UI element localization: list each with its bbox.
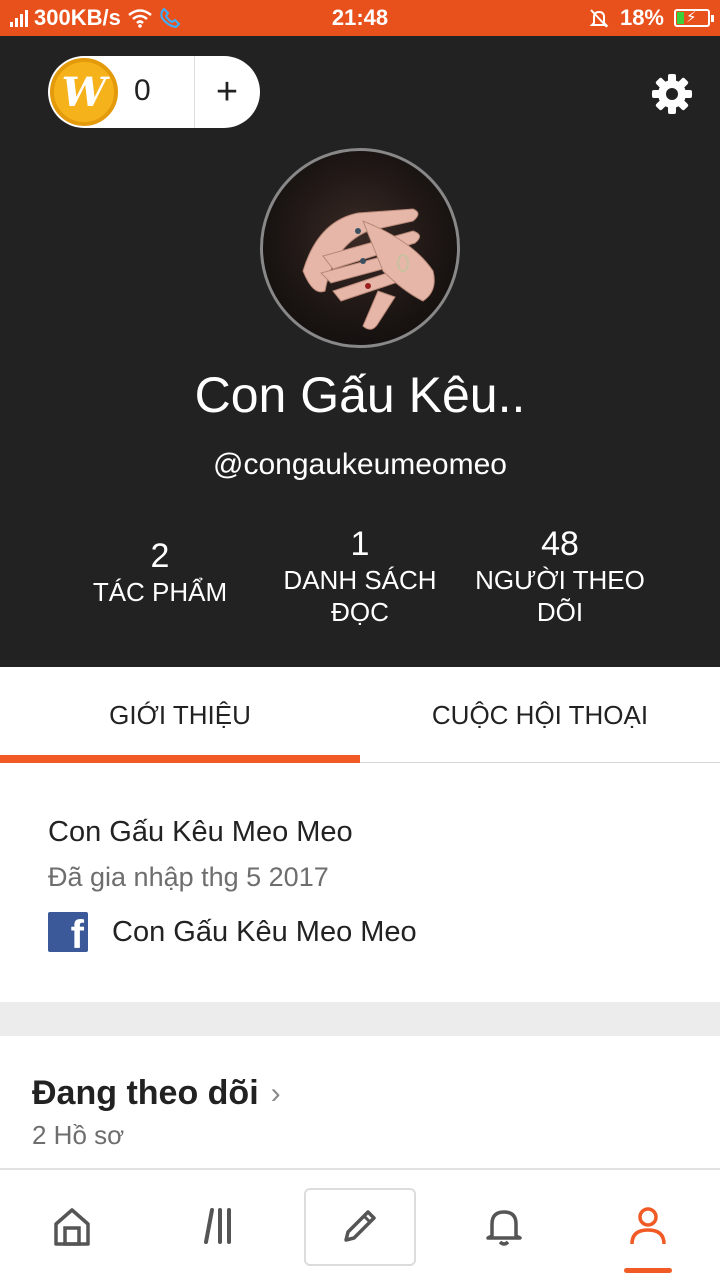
stat-followers-label: NGƯỜI THEO DÕI: [475, 565, 645, 627]
buy-coins-button[interactable]: +: [194, 56, 260, 128]
facebook-icon[interactable]: f: [48, 912, 88, 952]
profile-header: W 0 + Con Gấu Kêu.. @congaukeumeomeo 2 T…: [0, 36, 720, 667]
profile-tabs: GIỚI THIỆU CUỘC HỘI THOẠI: [0, 667, 720, 763]
display-name: Con Gấu Kêu..: [194, 367, 526, 423]
avatar-photo: [302, 208, 435, 330]
library-icon: [204, 1208, 231, 1244]
following-title: Đang theo dõi: [32, 1074, 259, 1112]
profile-avatar[interactable]: [260, 148, 460, 348]
mute-icon: [589, 9, 609, 28]
stat-works-value: 2: [150, 537, 170, 575]
nav-home[interactable]: [0, 1170, 144, 1280]
settings-gear-icon[interactable]: [650, 72, 694, 116]
section-divider: [0, 1002, 720, 1036]
status-bar: 300KB/s 21:48 18% ⚡: [0, 0, 720, 36]
battery-icon: ⚡: [674, 9, 714, 27]
stat-reading-lists-label: DANH SÁCH ĐỌC: [283, 565, 437, 627]
coin-count: 0: [134, 74, 151, 107]
nav-write[interactable]: [288, 1170, 432, 1280]
stat-reading-lists-value: 1: [350, 525, 370, 563]
about-section: Con Gấu Kêu Meo Meo Đã gia nhập thg 5 20…: [0, 764, 720, 1002]
coin-balance[interactable]: W 0 +: [48, 56, 260, 128]
following-count: 2 Hồ sơ: [32, 1120, 125, 1150]
stat-followers-value: 48: [541, 525, 579, 563]
bottom-navigation: [0, 1168, 720, 1280]
nav-library[interactable]: [144, 1170, 288, 1280]
tab-about[interactable]: GIỚI THIỆU: [0, 667, 360, 763]
facebook-link[interactable]: Con Gấu Kêu Meo Meo: [112, 916, 417, 949]
tab-conversations[interactable]: CUỘC HỘI THOẠI: [360, 667, 720, 763]
active-tab-indicator: [0, 755, 360, 763]
nav-notifications[interactable]: [432, 1170, 576, 1280]
about-name: Con Gấu Kêu Meo Meo: [48, 816, 353, 848]
stat-works[interactable]: 2 TÁC PHẨM: [60, 536, 260, 608]
profile-icon: [630, 1207, 666, 1245]
wattpad-coin-icon: W: [50, 58, 118, 126]
battery-level: 18%: [619, 5, 664, 30]
nav-active-indicator: [624, 1268, 672, 1273]
username: @congaukeumeomeo: [213, 448, 507, 481]
stat-reading-lists[interactable]: 1 DANH SÁCH ĐỌC: [260, 524, 460, 628]
stat-followers[interactable]: 48 NGƯỜI THEO DÕI: [460, 524, 660, 628]
home-icon: [54, 1208, 90, 1246]
nav-profile[interactable]: [576, 1170, 720, 1280]
write-icon: [344, 1210, 376, 1242]
join-date: Đã gia nhập thg 5 2017: [48, 862, 329, 892]
stat-works-label: TÁC PHẨM: [92, 577, 228, 607]
chevron-right-icon: ›: [270, 1076, 281, 1110]
following-section[interactable]: Đang theo dõi › 2 Hồ sơ: [0, 1036, 720, 1168]
notifications-icon: [486, 1210, 522, 1246]
